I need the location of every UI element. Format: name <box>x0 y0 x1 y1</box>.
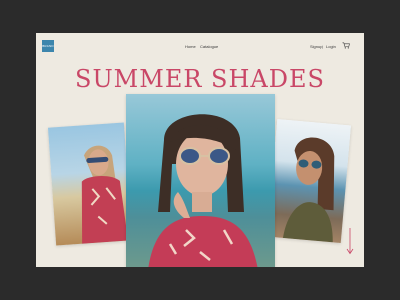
login-link[interactable]: Login <box>326 44 336 49</box>
nav-link-catalogue[interactable]: Catalogue <box>200 44 218 49</box>
arrow-down-icon[interactable] <box>346 228 354 255</box>
model-photo-center <box>126 94 275 267</box>
nav-separator: | <box>322 44 324 49</box>
nav-link-home[interactable]: Home <box>185 44 196 49</box>
logo[interactable]: BRAND <box>42 40 54 52</box>
model-photo-left <box>47 122 133 246</box>
logo-text: BRAND <box>42 44 54 48</box>
cart-icon[interactable] <box>342 42 350 49</box>
model-photo-center-illustration <box>148 114 258 267</box>
page-canvas: BRAND Home Catalogue Signup | Login SUMM… <box>36 33 364 267</box>
hero-title: SUMMER SHADES <box>75 65 325 93</box>
model-photo-right <box>266 118 352 244</box>
signup-link[interactable]: Signup <box>310 44 322 49</box>
model-photo-left-illustration <box>81 145 129 244</box>
model-photo-right-illustration <box>282 137 335 243</box>
